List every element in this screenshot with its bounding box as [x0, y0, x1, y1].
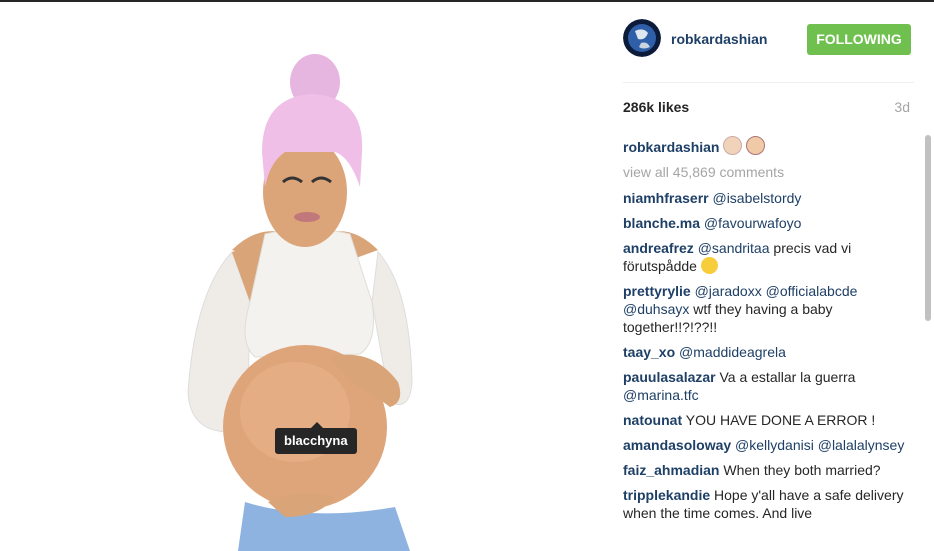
comment-username[interactable]: faiz_ahmadian — [623, 462, 719, 478]
comment-item: blanche.ma @favourwafoyo — [623, 214, 915, 232]
comment-text: YOU HAVE DONE A ERROR ! — [682, 412, 876, 428]
post-side-panel: robkardashian FOLLOWING 286k likes 3d ro… — [603, 2, 934, 551]
comment-username[interactable]: pauulasalazar — [623, 369, 716, 385]
comment-username[interactable]: tripplekandie — [623, 487, 710, 503]
comments-scrollbar[interactable] — [925, 135, 931, 321]
following-button[interactable]: FOLLOWING — [807, 24, 911, 55]
baby-face-emoji-icon — [723, 136, 743, 155]
caption-username[interactable]: robkardashian — [623, 139, 719, 155]
comment-username[interactable]: natounat — [623, 412, 682, 428]
comment-item: faiz_ahmadian When they both married? — [623, 461, 915, 479]
pregnant-emoji-illustration — [187, 54, 413, 551]
post-photo[interactable]: blacchyna — [0, 2, 603, 551]
comments-list: robkardashian view all 45,869 comments n… — [623, 136, 915, 551]
comment-text: When they both married? — [719, 462, 881, 478]
post-author-username[interactable]: robkardashian — [671, 31, 767, 47]
comment-item: natounat YOU HAVE DONE A ERROR ! — [623, 411, 915, 429]
comment-mention[interactable]: @isabelstordy — [712, 190, 801, 206]
comment-mention[interactable]: @kellydanisi @lalalalynsey — [735, 437, 904, 453]
comment-item: prettyrylie @jaradoxx @officialabcde @du… — [623, 282, 915, 336]
comment-item: taay_xo @maddideagrela — [623, 343, 915, 361]
post-header: robkardashian FOLLOWING — [603, 2, 934, 78]
comment-username[interactable]: amandasoloway — [623, 437, 731, 453]
comment-username[interactable]: prettyrylie — [623, 283, 691, 299]
view-all-comments-link[interactable]: view all 45,869 comments — [623, 163, 915, 181]
comment-mention[interactable]: @favourwafoyo — [704, 215, 801, 231]
globe-avatar-icon — [623, 19, 661, 57]
comment-text: Va a estallar la guerra — [715, 369, 856, 385]
comment-username[interactable]: andreafrez — [623, 240, 694, 256]
comment-item: niamhfraserr @isabelstordy — [623, 189, 915, 207]
comment-username[interactable]: niamhfraserr — [623, 190, 709, 206]
likes-count[interactable]: 286k likes — [623, 99, 689, 115]
comment-username[interactable]: taay_xo — [623, 344, 675, 360]
comment-item: amandasoloway @kellydanisi @lalalalynsey — [623, 436, 915, 454]
comment-item: tripplekandie Hope y'all have a safe del… — [623, 486, 915, 522]
relieved-face-emoji-icon — [700, 257, 718, 274]
caption: robkardashian — [623, 136, 915, 156]
comment-mention[interactable]: @marina.tfc — [623, 387, 699, 403]
comment-mention[interactable]: @maddideagrela — [679, 344, 786, 360]
comment-item: andreafrez @sandritaa precis vad vi föru… — [623, 239, 915, 275]
user-tag[interactable]: blacchyna — [275, 422, 357, 454]
comment-mention[interactable]: @sandritaa — [698, 240, 770, 256]
comment-username[interactable]: blanche.ma — [623, 215, 700, 231]
post-age[interactable]: 3d — [894, 99, 910, 115]
bride-emoji-icon — [746, 136, 766, 155]
divider — [623, 82, 914, 83]
comment-item: pauulasalazar Va a estallar la guerra @m… — [623, 368, 915, 404]
avatar[interactable] — [623, 19, 661, 57]
